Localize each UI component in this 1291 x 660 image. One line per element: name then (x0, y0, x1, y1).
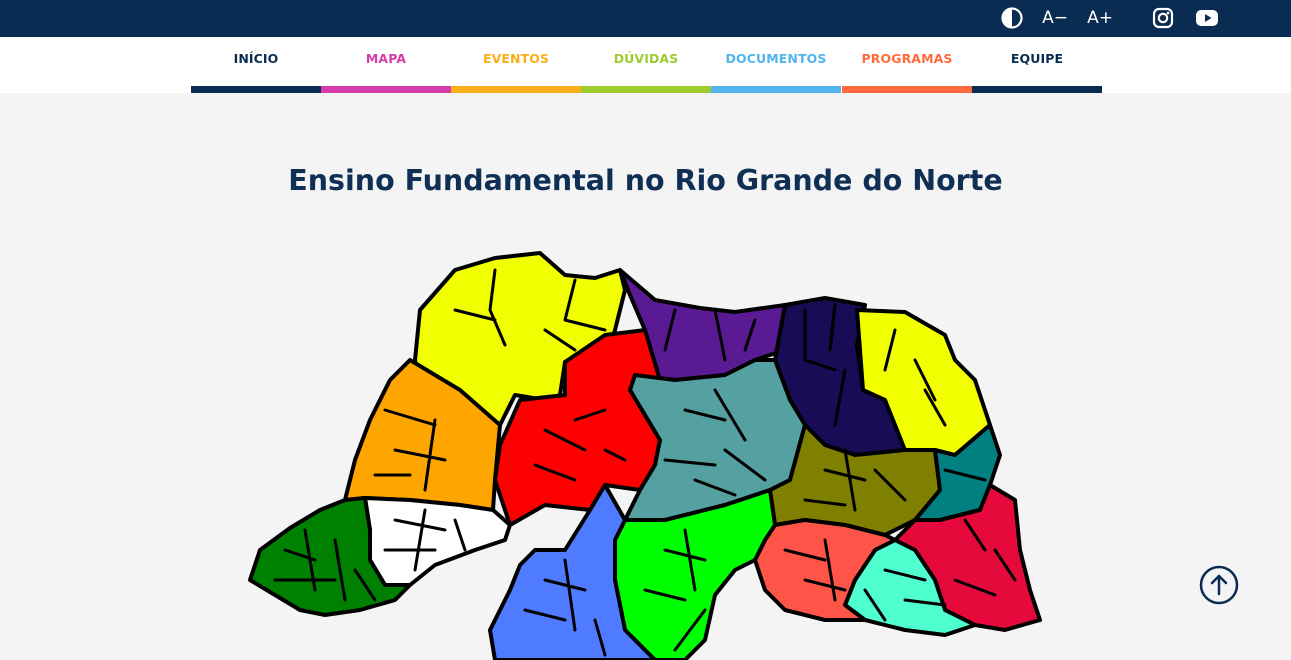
main-nav: INÍCIO MAPA EVENTOS DÚVIDAS DOCUMENTOS P… (0, 37, 1291, 93)
youtube-icon (1196, 10, 1218, 26)
nav-item-eventos[interactable]: EVENTOS (451, 37, 581, 93)
arrow-up-icon (1199, 565, 1239, 605)
nav-item-duvidas[interactable]: DÚVIDAS (581, 37, 711, 93)
nav-label: INÍCIO (233, 51, 279, 66)
nav-underline (842, 86, 972, 93)
nav-underline (191, 86, 321, 93)
nav-item-documentos[interactable]: DOCUMENTOS (711, 37, 841, 93)
nav-underline (451, 86, 581, 93)
nav-label: DÚVIDAS (613, 51, 679, 66)
instagram-icon (1152, 7, 1174, 29)
state-map (248, 251, 1042, 660)
instagram-link[interactable] (1151, 4, 1175, 32)
nav-label: EQUIPE (1010, 51, 1064, 66)
font-increase-button[interactable]: A+ (1085, 4, 1115, 32)
page-title: Ensino Fundamental no Rio Grande do Nort… (288, 164, 1003, 197)
nav-underline (711, 86, 841, 93)
nav-label: DOCUMENTOS (725, 51, 827, 66)
back-to-top-button[interactable] (1199, 565, 1239, 605)
nav-underline (972, 86, 1102, 93)
top-bar: A− A+ (0, 0, 1291, 37)
nav-label: PROGRAMAS (861, 51, 953, 66)
nav-item-programas[interactable]: PROGRAMAS (842, 37, 972, 93)
youtube-link[interactable] (1194, 4, 1220, 32)
nav-underline (321, 86, 451, 93)
contrast-icon (1001, 7, 1023, 29)
nav-underline (581, 86, 711, 93)
nav-item-inicio[interactable]: INÍCIO (191, 37, 321, 93)
nav-label: MAPA (365, 51, 407, 66)
region-white-west[interactable] (363, 496, 512, 587)
nav-item-mapa[interactable]: MAPA (321, 37, 451, 93)
nav-item-equipe[interactable]: EQUIPE (972, 37, 1102, 93)
contrast-button[interactable] (1000, 4, 1024, 32)
nav-label: EVENTOS (482, 51, 550, 66)
font-decrease-button[interactable]: A− (1040, 4, 1070, 32)
